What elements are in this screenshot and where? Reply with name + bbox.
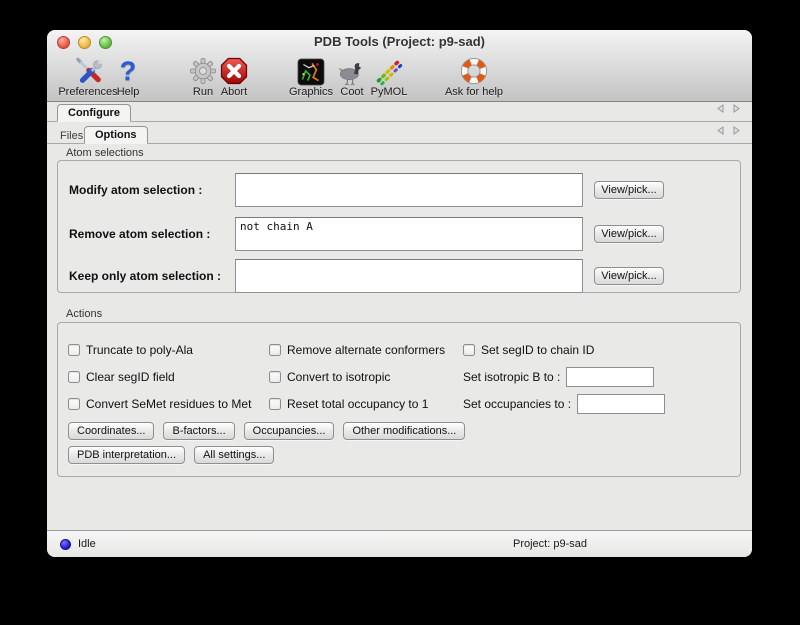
tab-divider [47, 143, 752, 144]
set-isotropic-b-label: Set isotropic B to : [463, 370, 560, 384]
tab-scroll-left-icon[interactable] [717, 122, 724, 140]
status-bar: Idle Project: p9-sad [47, 530, 752, 557]
coot-icon [337, 53, 367, 86]
toolbar-button-help[interactable]: ? Help [117, 53, 140, 98]
checkbox-clear-segid-field[interactable]: Clear segID field [68, 370, 175, 384]
group-title-actions: Actions [66, 308, 102, 320]
occupancies-button[interactable]: Occupancies... [244, 422, 335, 440]
toolbar-button-pymol[interactable]: PyMOL [371, 53, 408, 98]
keep-only-selection-label: Keep only atom selection : [69, 269, 221, 283]
checkbox-label: Clear segID field [86, 370, 175, 384]
toolbar-label: Graphics [289, 86, 333, 98]
group-title-atom-selections: Atom selections [66, 147, 144, 159]
pdb-interpretation-button[interactable]: PDB interpretation... [68, 446, 185, 464]
checkbox-box[interactable] [68, 344, 80, 356]
pymol-icon [371, 53, 408, 86]
checkbox-label: Set segID to chain ID [481, 343, 594, 357]
checkbox-remove-alternate-conformers[interactable]: Remove alternate conformers [269, 343, 445, 357]
other-modifications-button[interactable]: Other modifications... [343, 422, 465, 440]
checkbox-label: Convert to isotropic [287, 370, 390, 384]
toolbar-button-coot[interactable]: Coot [337, 53, 367, 98]
all-settings-button[interactable]: All settings... [194, 446, 274, 464]
toolbar-label: Help [117, 86, 140, 98]
toolbar-button-preferences[interactable]: Preferences [58, 53, 117, 98]
ask-for-help-icon [445, 53, 503, 86]
remove-selection-label: Remove atom selection : [69, 227, 210, 241]
preferences-icon [58, 53, 117, 86]
tab-options[interactable]: Options [84, 126, 148, 144]
toolbar-button-run[interactable]: Run [188, 53, 218, 98]
checkbox-reset-total-occupancy[interactable]: Reset total occupancy to 1 [269, 397, 428, 411]
tab-label: Options [95, 129, 137, 141]
set-occupancies-input[interactable] [577, 394, 665, 414]
checkbox-label: Convert SeMet residues to Met [86, 397, 251, 411]
modify-selection-input[interactable] [235, 173, 583, 207]
remove-selection-input[interactable] [235, 217, 583, 251]
tab-divider [47, 121, 752, 122]
status-text: Idle [78, 538, 96, 550]
app-window: PDB Tools (Project: p9-sad) Preferences … [47, 30, 752, 557]
abort-icon [219, 53, 249, 86]
set-isotropic-b-field: Set isotropic B to : [463, 367, 654, 387]
checkbox-box[interactable] [269, 398, 281, 410]
checkbox-box[interactable] [68, 371, 80, 383]
checkbox-convert-semet-to-met[interactable]: Convert SeMet residues to Met [68, 397, 251, 411]
tab-configure[interactable]: Configure [57, 104, 131, 122]
toolbar-label: Abort [219, 86, 249, 98]
tab-scroll-right-icon[interactable] [733, 100, 740, 118]
toolbar-label: Run [188, 86, 218, 98]
tab-scroll-right-icon[interactable] [733, 122, 740, 140]
checkbox-truncate-to-poly-ala[interactable]: Truncate to poly-Ala [68, 343, 193, 357]
checkbox-label: Reset total occupancy to 1 [287, 397, 428, 411]
coordinates-button[interactable]: Coordinates... [68, 422, 154, 440]
checkbox-label: Truncate to poly-Ala [86, 343, 193, 357]
group-atom-selections: Modify atom selection : View/pick... Rem… [57, 160, 741, 293]
primary-tab-bar: Configure [47, 103, 752, 122]
set-occupancies-field: Set occupancies to : [463, 394, 665, 414]
toolbar-button-ask-for-help[interactable]: Ask for help [445, 53, 503, 98]
status-indicator-icon [60, 539, 71, 550]
view-pick-button-modify[interactable]: View/pick... [594, 181, 664, 199]
tab-label: Configure [68, 107, 120, 119]
toolbar-button-abort[interactable]: Abort [219, 53, 249, 98]
checkbox-box[interactable] [269, 344, 281, 356]
graphics-icon [289, 53, 333, 86]
checkbox-box[interactable] [68, 398, 80, 410]
toolbar-label: Coot [337, 86, 367, 98]
view-pick-button-keep-only[interactable]: View/pick... [594, 267, 664, 285]
project-label: Project: p9-sad [513, 538, 587, 550]
run-icon [188, 53, 218, 86]
help-icon: ? [117, 53, 140, 86]
toolbar-button-graphics[interactable]: Graphics [289, 53, 333, 98]
toolbar-label: PyMOL [371, 86, 408, 98]
checkbox-set-segid-to-chain-id[interactable]: Set segID to chain ID [463, 343, 594, 357]
window-header: PDB Tools (Project: p9-sad) Preferences … [47, 30, 752, 102]
group-actions: Truncate to poly-Ala Remove alternate co… [57, 322, 741, 477]
set-occupancies-label: Set occupancies to : [463, 397, 571, 411]
checkbox-box[interactable] [269, 371, 281, 383]
checkbox-convert-to-isotropic[interactable]: Convert to isotropic [269, 370, 390, 384]
view-pick-button-remove[interactable]: View/pick... [594, 225, 664, 243]
secondary-tab-bar: Files Options [47, 125, 752, 144]
checkbox-box[interactable] [463, 344, 475, 356]
modify-selection-label: Modify atom selection : [69, 183, 202, 197]
tab-scroll-left-icon[interactable] [717, 100, 724, 118]
checkbox-label: Remove alternate conformers [287, 343, 445, 357]
toolbar-label: Ask for help [445, 86, 503, 98]
keep-only-selection-input[interactable] [235, 259, 583, 293]
b-factors-button[interactable]: B-factors... [163, 422, 234, 440]
window-title: PDB Tools (Project: p9-sad) [47, 34, 752, 49]
set-isotropic-b-input[interactable] [566, 367, 654, 387]
toolbar-label: Preferences [58, 86, 117, 98]
